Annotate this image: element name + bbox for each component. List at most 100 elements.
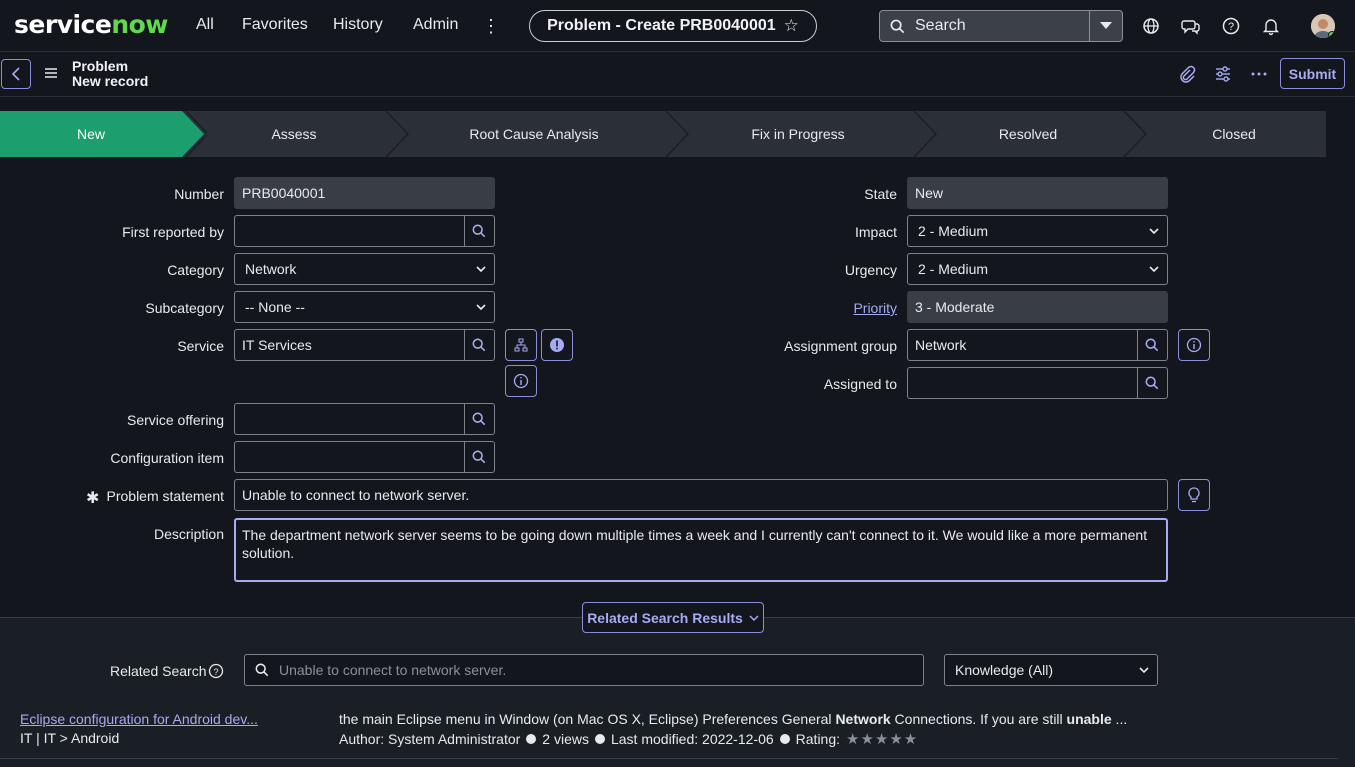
attachment-icon[interactable] xyxy=(1178,65,1196,83)
search-icon xyxy=(890,19,905,33)
search-icon xyxy=(1145,376,1159,390)
subcategory-select[interactable]: -- None -- xyxy=(234,291,495,323)
knowledge-source-select[interactable]: Knowledge (All) xyxy=(944,654,1158,686)
flow-step-closed: Closed xyxy=(1212,126,1256,142)
related-search-value: Unable to connect to network server. xyxy=(279,662,507,678)
related-search-toggle-button[interactable]: Related Search Results xyxy=(582,602,764,633)
search-icon xyxy=(472,224,486,238)
priority-field[interactable]: 3 - Moderate xyxy=(907,291,1168,323)
process-flow: New Assess Root Cause Analysis Fix in Pr… xyxy=(0,111,1326,157)
urgency-select[interactable]: 2 - Medium xyxy=(907,253,1168,285)
assignment-group-info-button[interactable] xyxy=(1178,329,1210,361)
chat-icon[interactable] xyxy=(1181,16,1201,36)
service-field[interactable]: IT Services xyxy=(234,329,465,361)
search-icon xyxy=(255,663,269,677)
description-textarea[interactable]: The department network server seems to b… xyxy=(234,518,1168,582)
notifications-bell-icon[interactable] xyxy=(1261,16,1281,36)
hierarchy-icon xyxy=(514,338,528,352)
more-menu-icon[interactable]: ⋮ xyxy=(482,14,500,38)
configuration-item-field[interactable] xyxy=(234,441,465,473)
number-field[interactable]: PRB0040001 xyxy=(234,177,495,209)
bullet-separator xyxy=(526,734,537,744)
service-offering-lookup-button[interactable] xyxy=(464,403,495,435)
favorite-star-icon[interactable]: ☆ xyxy=(784,16,799,36)
nav-history[interactable]: History xyxy=(333,16,383,34)
configuration-item-lookup-button[interactable] xyxy=(464,441,495,473)
priority-link[interactable]: Priority xyxy=(853,300,897,316)
assigned-to-lookup-button[interactable] xyxy=(1137,367,1168,399)
result-views: 2 views xyxy=(542,731,589,747)
bullet-separator xyxy=(779,734,790,744)
record-subtitle: New record xyxy=(72,73,149,89)
chevron-down-icon xyxy=(1149,228,1159,235)
servicenow-logo[interactable]: servicenow xyxy=(14,10,168,39)
help-icon[interactable]: ? xyxy=(208,663,224,679)
chevron-left-icon xyxy=(11,67,20,81)
state-field[interactable]: New xyxy=(907,177,1168,209)
flow-step-fix-in-progress: Fix in Progress xyxy=(751,126,845,142)
help-icon[interactable]: ? xyxy=(1221,16,1241,36)
urgency-label: Urgency xyxy=(844,262,897,278)
problem-statement-field[interactable]: Unable to connect to network server. xyxy=(234,479,1168,511)
service-alert-button[interactable] xyxy=(541,329,573,361)
result-last-modified: Last modified: 2022-12-06 xyxy=(610,731,774,747)
bullet-separator xyxy=(594,734,605,744)
nav-all[interactable]: All xyxy=(196,16,214,34)
global-search[interactable]: Search xyxy=(879,10,1123,42)
assignment-group-lookup-button[interactable] xyxy=(1137,329,1168,361)
assignment-group-label: Assignment group xyxy=(784,338,897,354)
first-reported-by-field[interactable] xyxy=(234,215,465,247)
chevron-down-icon xyxy=(1149,266,1159,273)
result-divider xyxy=(0,758,1338,759)
more-actions-icon[interactable] xyxy=(1250,65,1268,83)
impact-select[interactable]: 2 - Medium xyxy=(907,215,1168,247)
chevron-down-icon xyxy=(476,266,486,273)
context-menu-icon[interactable] xyxy=(44,67,58,79)
service-dependency-map-button[interactable] xyxy=(505,329,537,361)
caret-down-icon xyxy=(1100,22,1112,29)
number-label: Number xyxy=(174,186,224,202)
personalize-form-icon[interactable] xyxy=(1214,65,1232,83)
suggestion-button[interactable] xyxy=(1178,479,1210,511)
search-icon xyxy=(472,338,486,352)
result-rating-label: Rating: xyxy=(795,731,841,747)
description-label: Description xyxy=(153,526,224,542)
svg-text:?: ? xyxy=(1228,21,1234,33)
related-search-input[interactable]: Unable to connect to network server. xyxy=(244,654,924,686)
result-meta: Author: System Administrator 2 views Las… xyxy=(339,730,918,748)
globe-icon[interactable] xyxy=(1141,16,1161,36)
back-button[interactable] xyxy=(1,59,31,89)
service-lookup-button[interactable] xyxy=(464,329,495,361)
search-placeholder: Search xyxy=(915,17,966,34)
chevron-down-icon xyxy=(476,304,486,311)
flow-step-new: New xyxy=(0,111,182,157)
record-title: Problem New record xyxy=(72,59,148,89)
submit-button[interactable]: Submit xyxy=(1280,58,1345,89)
user-avatar[interactable] xyxy=(1311,14,1335,38)
assignment-group-field[interactable]: Network xyxy=(907,329,1138,361)
service-offering-field[interactable] xyxy=(234,403,465,435)
service-offering-label: Service offering xyxy=(126,412,224,428)
assigned-to-label: Assigned to xyxy=(823,376,897,392)
chevron-down-icon xyxy=(749,614,759,621)
search-input[interactable]: Search xyxy=(880,11,1089,41)
required-asterisk-icon: ✱ xyxy=(86,490,100,507)
nav-admin[interactable]: Admin xyxy=(413,16,458,34)
search-icon xyxy=(472,412,486,426)
first-reported-by-lookup-button[interactable] xyxy=(464,215,495,247)
svg-text:?: ? xyxy=(213,667,218,677)
category-select[interactable]: Network xyxy=(234,253,495,285)
nav-favorites[interactable]: Favorites xyxy=(242,16,308,34)
service-info-button[interactable] xyxy=(505,365,537,397)
result-author: Author: System Administrator xyxy=(339,731,521,747)
record-title-pill[interactable]: Problem - Create PRB0040001 ☆ xyxy=(529,10,817,42)
result-title-link[interactable]: Eclipse configuration for Android dev... xyxy=(20,711,258,727)
record-header: Problem New record Submit xyxy=(0,52,1355,97)
impact-label: Impact xyxy=(854,224,897,240)
assigned-to-field[interactable] xyxy=(907,367,1138,399)
search-icon xyxy=(1145,338,1159,352)
search-scope-dropdown[interactable] xyxy=(1089,11,1122,41)
page-title: Problem - Create PRB0040001 xyxy=(547,17,776,34)
service-label: Service xyxy=(177,338,224,354)
flow-step-root-cause-analysis: Root Cause Analysis xyxy=(469,126,599,142)
